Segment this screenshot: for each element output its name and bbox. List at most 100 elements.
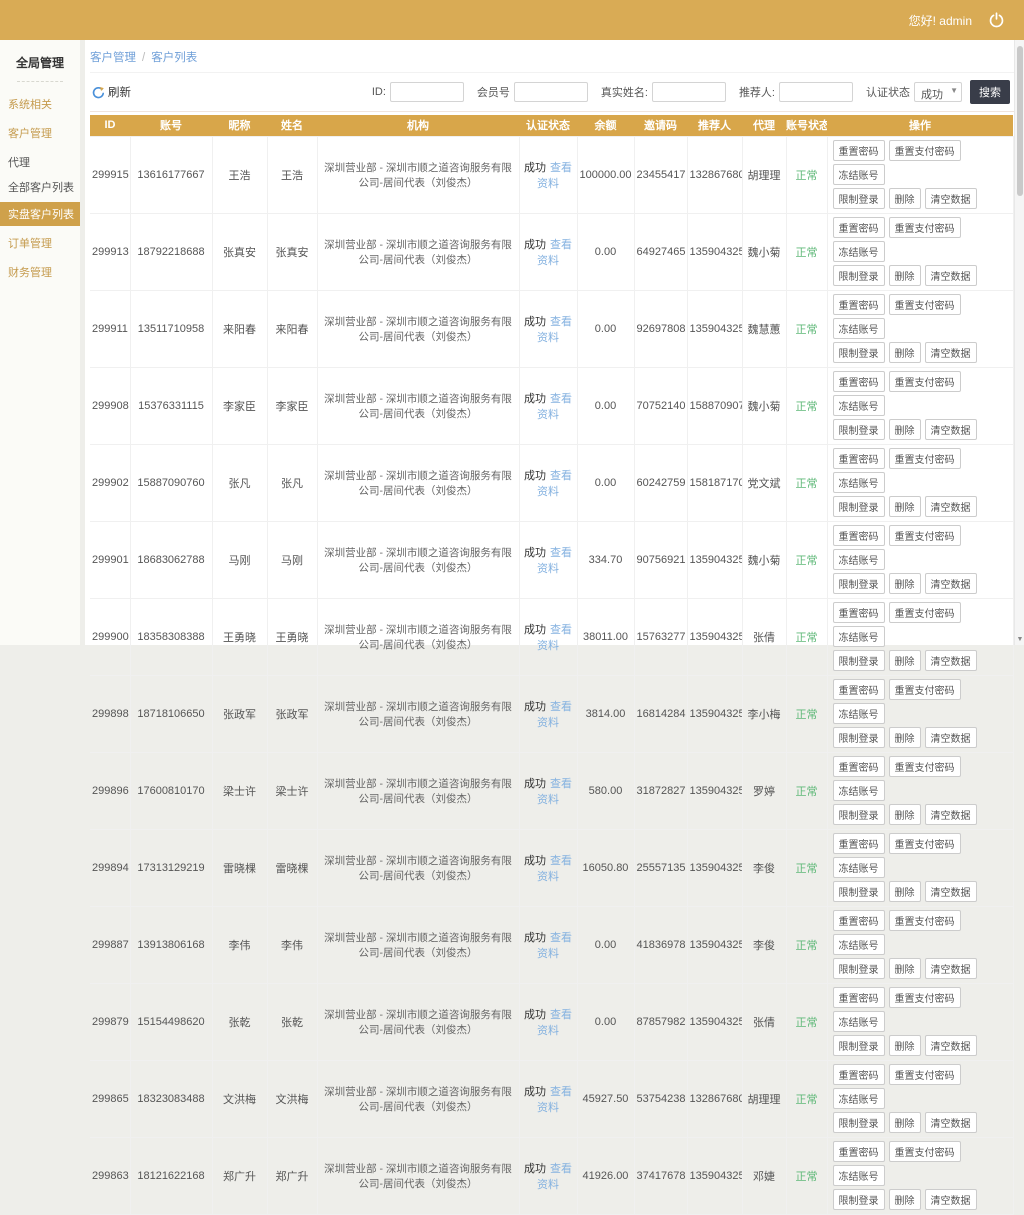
delete-button[interactable]: 删除	[888, 188, 921, 209]
reset-pay-password-button[interactable]: 重置支付密码	[888, 294, 961, 315]
delete-button[interactable]: 删除	[888, 419, 921, 440]
sidebar-item-1[interactable]: 客户管理	[0, 121, 80, 145]
sidebar-item-2[interactable]: 代理	[0, 150, 80, 174]
sidebar-item-0[interactable]: 系统相关	[0, 92, 80, 116]
reset-pay-password-button[interactable]: 重置支付密码	[888, 525, 961, 546]
restrict-login-button[interactable]: 限制登录	[832, 342, 885, 363]
scrollbar-thumb[interactable]	[1017, 46, 1023, 196]
reset-pay-password-button[interactable]: 重置支付密码	[888, 833, 961, 854]
reset-password-button[interactable]: 重置密码	[832, 910, 885, 931]
refresh-button[interactable]: 刷新	[92, 84, 131, 100]
freeze-account-button[interactable]: 冻结账号	[832, 395, 885, 416]
restrict-login-button[interactable]: 限制登录	[832, 496, 885, 517]
freeze-account-button[interactable]: 冻结账号	[832, 934, 885, 955]
clear-data-button[interactable]: 清空数据	[924, 496, 977, 517]
clear-data-button[interactable]: 清空数据	[924, 958, 977, 979]
freeze-account-button[interactable]: 冻结账号	[832, 1011, 885, 1032]
filter-input-2[interactable]	[651, 82, 726, 102]
restrict-login-button[interactable]: 限制登录	[832, 727, 885, 748]
sidebar-item-5[interactable]: 订单管理	[0, 231, 80, 255]
delete-button[interactable]: 删除	[888, 881, 921, 902]
freeze-account-button[interactable]: 冻结账号	[832, 164, 885, 185]
filter-input-0[interactable]	[389, 82, 464, 102]
freeze-account-button[interactable]: 冻结账号	[832, 780, 885, 801]
filter-input-1[interactable]	[513, 82, 588, 102]
clear-data-button[interactable]: 清空数据	[924, 881, 977, 902]
restrict-login-button[interactable]: 限制登录	[832, 573, 885, 594]
breadcrumb-item-1[interactable]: 客户列表	[151, 52, 197, 64]
delete-button[interactable]: 删除	[888, 1035, 921, 1056]
freeze-account-button[interactable]: 冻结账号	[832, 626, 885, 647]
restrict-login-button[interactable]: 限制登录	[832, 188, 885, 209]
sidebar-item-6[interactable]: 财务管理	[0, 260, 80, 284]
freeze-account-button[interactable]: 冻结账号	[832, 703, 885, 724]
reset-password-button[interactable]: 重置密码	[832, 140, 885, 161]
sidebar-item-3[interactable]: 全部客户列表	[0, 175, 80, 199]
reset-password-button[interactable]: 重置密码	[832, 833, 885, 854]
logout-power-icon[interactable]	[988, 11, 1006, 29]
reset-pay-password-button[interactable]: 重置支付密码	[888, 1064, 961, 1085]
clear-data-button[interactable]: 清空数据	[924, 573, 977, 594]
delete-button[interactable]: 删除	[888, 496, 921, 517]
reset-password-button[interactable]: 重置密码	[832, 294, 885, 315]
restrict-login-button[interactable]: 限制登录	[832, 265, 885, 286]
sidebar-item-4[interactable]: 实盘客户列表	[0, 202, 80, 226]
freeze-account-button[interactable]: 冻结账号	[832, 318, 885, 339]
clear-data-button[interactable]: 清空数据	[924, 804, 977, 825]
reset-password-button[interactable]: 重置密码	[832, 371, 885, 392]
clear-data-button[interactable]: 清空数据	[924, 188, 977, 209]
freeze-account-button[interactable]: 冻结账号	[832, 241, 885, 262]
delete-button[interactable]: 删除	[888, 727, 921, 748]
reset-pay-password-button[interactable]: 重置支付密码	[888, 371, 961, 392]
breadcrumb-item-0[interactable]: 客户管理	[90, 52, 136, 64]
restrict-login-button[interactable]: 限制登录	[832, 650, 885, 671]
delete-button[interactable]: 删除	[888, 958, 921, 979]
reset-pay-password-button[interactable]: 重置支付密码	[888, 756, 961, 777]
reset-password-button[interactable]: 重置密码	[832, 1064, 885, 1085]
auth-status-select[interactable]: 成功 ▼	[914, 82, 962, 102]
reset-pay-password-button[interactable]: 重置支付密码	[888, 987, 961, 1008]
delete-button[interactable]: 删除	[888, 1112, 921, 1133]
reset-password-button[interactable]: 重置密码	[832, 679, 885, 700]
freeze-account-button[interactable]: 冻结账号	[832, 1088, 885, 1109]
freeze-account-button[interactable]: 冻结账号	[832, 1165, 885, 1186]
filter-input-3[interactable]	[779, 82, 853, 102]
reset-pay-password-button[interactable]: 重置支付密码	[888, 140, 961, 161]
reset-pay-password-button[interactable]: 重置支付密码	[888, 679, 961, 700]
freeze-account-button[interactable]: 冻结账号	[832, 472, 885, 493]
restrict-login-button[interactable]: 限制登录	[832, 881, 885, 902]
delete-button[interactable]: 删除	[888, 650, 921, 671]
restrict-login-button[interactable]: 限制登录	[832, 1112, 885, 1133]
delete-button[interactable]: 删除	[888, 265, 921, 286]
clear-data-button[interactable]: 清空数据	[924, 1189, 977, 1210]
restrict-login-button[interactable]: 限制登录	[832, 1189, 885, 1210]
reset-pay-password-button[interactable]: 重置支付密码	[888, 217, 961, 238]
restrict-login-button[interactable]: 限制登录	[832, 419, 885, 440]
freeze-account-button[interactable]: 冻结账号	[832, 857, 885, 878]
reset-password-button[interactable]: 重置密码	[832, 217, 885, 238]
delete-button[interactable]: 删除	[888, 1189, 921, 1210]
clear-data-button[interactable]: 清空数据	[924, 1112, 977, 1133]
scrollbar-down-arrow-icon[interactable]: ▼	[1015, 636, 1024, 643]
clear-data-button[interactable]: 清空数据	[924, 1035, 977, 1056]
reset-password-button[interactable]: 重置密码	[832, 987, 885, 1008]
reset-pay-password-button[interactable]: 重置支付密码	[888, 602, 961, 623]
delete-button[interactable]: 删除	[888, 573, 921, 594]
reset-pay-password-button[interactable]: 重置支付密码	[888, 910, 961, 931]
clear-data-button[interactable]: 清空数据	[924, 419, 977, 440]
reset-password-button[interactable]: 重置密码	[832, 525, 885, 546]
reset-password-button[interactable]: 重置密码	[832, 602, 885, 623]
clear-data-button[interactable]: 清空数据	[924, 727, 977, 748]
reset-pay-password-button[interactable]: 重置支付密码	[888, 448, 961, 469]
clear-data-button[interactable]: 清空数据	[924, 342, 977, 363]
reset-password-button[interactable]: 重置密码	[832, 448, 885, 469]
reset-pay-password-button[interactable]: 重置支付密码	[888, 1141, 961, 1162]
restrict-login-button[interactable]: 限制登录	[832, 1035, 885, 1056]
restrict-login-button[interactable]: 限制登录	[832, 958, 885, 979]
search-button[interactable]: 搜索	[970, 80, 1010, 104]
freeze-account-button[interactable]: 冻结账号	[832, 549, 885, 570]
restrict-login-button[interactable]: 限制登录	[832, 804, 885, 825]
reset-password-button[interactable]: 重置密码	[832, 756, 885, 777]
clear-data-button[interactable]: 清空数据	[924, 265, 977, 286]
delete-button[interactable]: 删除	[888, 804, 921, 825]
